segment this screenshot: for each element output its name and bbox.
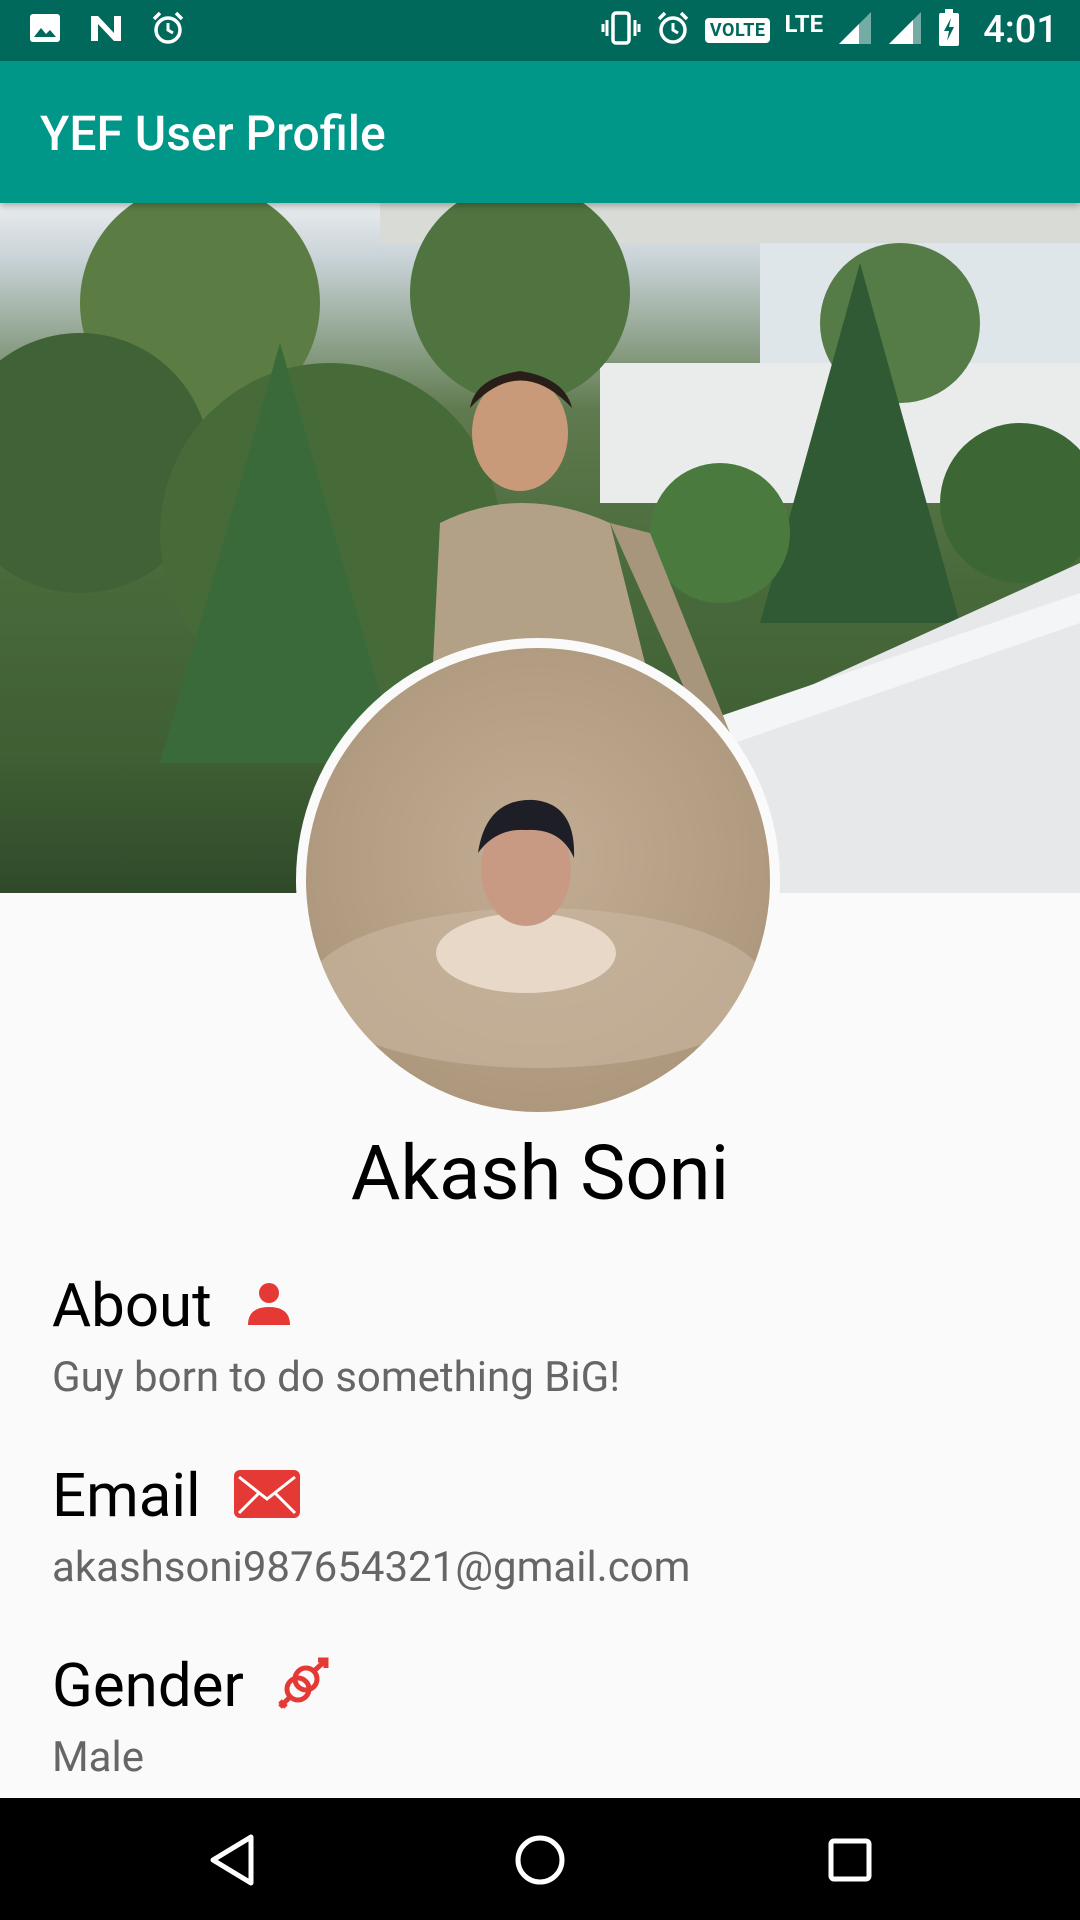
profile-name: Akash Soni [350, 1128, 730, 1218]
clock: 4:01 [983, 8, 1058, 52]
app-bar: YEF User Profile [0, 61, 1080, 203]
avatar-frame [296, 638, 780, 1122]
email-value: akashsoni987654321@gmail.com [52, 1543, 691, 1592]
home-icon[interactable] [508, 1828, 572, 1892]
alarm-icon [655, 10, 691, 50]
status-bar: VOLTE LTE 4:01 [0, 0, 1080, 61]
email-section: Email akashsoni987654321@gmail.com [52, 1460, 691, 1592]
battery-charging-icon [937, 9, 961, 51]
avatar[interactable] [306, 648, 770, 1112]
recents-icon[interactable] [818, 1828, 882, 1892]
email-title: Email [52, 1460, 201, 1531]
about-title: About [52, 1270, 212, 1341]
envelope-icon [233, 1469, 301, 1523]
back-icon[interactable] [200, 1828, 264, 1892]
navigation-bar [0, 1798, 1080, 1920]
network-type: LTE [784, 10, 824, 38]
about-value: Guy born to do something BiG! [52, 1353, 621, 1402]
vibrate-icon [601, 10, 641, 50]
signal-icon [837, 10, 873, 50]
n-logo-icon [88, 13, 124, 47]
gender-section: Gender Male [52, 1650, 330, 1782]
volte-badge: VOLTE [704, 17, 771, 43]
image-icon [28, 11, 62, 49]
page-title: YEF User Profile [40, 105, 386, 162]
alarm-icon [150, 10, 186, 50]
person-icon [244, 1279, 294, 1333]
signal-icon [887, 10, 923, 50]
gender-value: Male [52, 1733, 144, 1782]
gender-icon [276, 1657, 330, 1715]
gender-title: Gender [52, 1650, 244, 1721]
about-section: About Guy born to do something BiG! [52, 1270, 620, 1402]
